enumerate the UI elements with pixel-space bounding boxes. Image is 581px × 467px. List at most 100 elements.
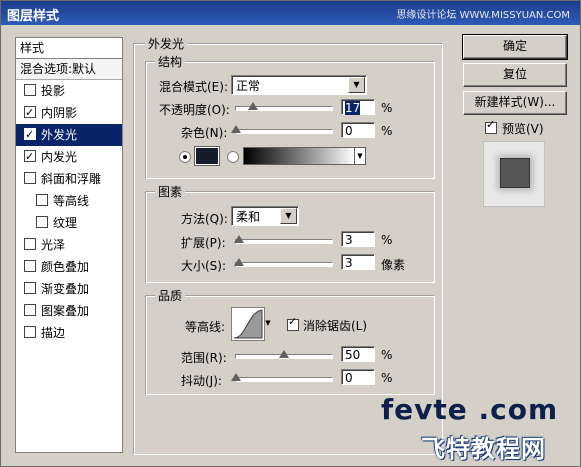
contour-picker[interactable] xyxy=(231,307,265,341)
style-checkbox[interactable] xyxy=(24,326,36,338)
glow-color-swatch[interactable] xyxy=(194,146,220,166)
jitter-slider[interactable] xyxy=(231,373,333,382)
style-item-label: 斜面和浮雕 xyxy=(41,172,102,186)
size-input[interactable]: 3 xyxy=(341,254,375,270)
size-unit: 像素 xyxy=(381,258,406,272)
blend-mode-label: 混合模式(E): xyxy=(159,80,228,94)
opacity-slider[interactable] xyxy=(235,102,333,111)
style-item-label: 光泽 xyxy=(41,238,66,252)
style-item[interactable]: 内阴影 xyxy=(16,102,122,124)
chevron-down-icon: ▼ xyxy=(348,77,365,93)
jitter-slider-thumb[interactable] xyxy=(231,373,241,381)
dialog-title: 图层样式 xyxy=(7,9,60,24)
size-label: 大小(S): xyxy=(181,259,227,273)
contour-label: 等高线: xyxy=(185,320,226,334)
method-value: 柔和 xyxy=(236,210,261,224)
preview-toggle[interactable]: 预览(V) xyxy=(485,118,544,137)
style-item-label: 等高线 xyxy=(53,194,90,208)
style-item-label: 内阴影 xyxy=(41,106,78,120)
style-item-label: 描边 xyxy=(41,326,66,340)
style-item-label: 渐变叠加 xyxy=(41,282,90,296)
style-checkbox[interactable] xyxy=(24,282,36,294)
jitter-input[interactable]: 0 xyxy=(341,369,375,385)
opacity-input[interactable]: 17 xyxy=(341,99,375,115)
styles-header[interactable]: 样式 xyxy=(16,38,122,59)
spread-input[interactable]: 3 xyxy=(341,231,375,247)
style-checkbox[interactable] xyxy=(24,102,36,124)
antialias-checkbox[interactable] xyxy=(287,315,299,331)
preview-shape xyxy=(500,158,530,188)
style-item[interactable]: 图案叠加 xyxy=(16,300,122,322)
style-checkbox[interactable] xyxy=(24,172,36,184)
range-label: 范围(R): xyxy=(181,351,227,365)
style-item[interactable]: 颜色叠加 xyxy=(16,256,122,278)
jitter-label: 抖动(J): xyxy=(181,374,222,388)
style-checkbox[interactable] xyxy=(24,84,36,96)
quality-title: 品质 xyxy=(155,287,186,304)
noise-input[interactable]: 0 xyxy=(341,122,375,138)
spread-slider[interactable] xyxy=(234,235,333,244)
style-item[interactable]: 内发光 xyxy=(16,146,122,168)
opacity-slider-thumb[interactable] xyxy=(248,102,258,110)
noise-label: 杂色(N): xyxy=(181,126,228,140)
range-slider-thumb[interactable] xyxy=(279,350,289,358)
noise-slider[interactable] xyxy=(231,125,333,134)
opacity-unit: % xyxy=(381,101,393,115)
style-checkbox[interactable] xyxy=(24,124,36,146)
size-slider[interactable] xyxy=(234,258,333,267)
range-slider[interactable] xyxy=(235,350,333,359)
style-item[interactable]: 纹理 xyxy=(16,212,122,234)
style-item[interactable]: 投影 xyxy=(16,80,122,102)
outer-glow-settings: 外发光 结构 混合模式(E): 正常 ▼ 不透明度(O): 17 % 杂色(N)… xyxy=(133,35,453,455)
title-bar: 图层样式 思缘设计论坛 WWW.MISSYUAN.COM xyxy=(1,1,580,25)
preview-thumbnail xyxy=(483,141,545,207)
blend-mode-value: 正常 xyxy=(236,79,261,93)
opacity-label: 不透明度(O): xyxy=(159,103,230,117)
style-checkbox[interactable] xyxy=(24,238,36,250)
glow-gradient-swatch[interactable] xyxy=(243,147,355,165)
style-checkbox[interactable] xyxy=(36,216,48,228)
blend-mode-select[interactable]: 正常 ▼ xyxy=(231,75,367,95)
reset-button[interactable]: 复位 xyxy=(463,63,567,87)
new-style-button[interactable]: 新建样式(W)... xyxy=(463,91,567,115)
spread-slider-thumb[interactable] xyxy=(234,235,244,243)
method-select[interactable]: 柔和 ▼ xyxy=(231,206,299,226)
site-watermark-cn: 飞特教程网 xyxy=(421,435,546,463)
style-item[interactable]: 描边 xyxy=(16,322,122,344)
ok-button[interactable]: 确定 xyxy=(462,34,568,60)
chevron-down-icon[interactable]: ▼ xyxy=(263,307,273,339)
style-item[interactable]: 斜面和浮雕 xyxy=(16,168,122,190)
style-checkbox[interactable] xyxy=(36,194,48,206)
noise-unit: % xyxy=(381,124,393,138)
style-item[interactable]: 渐变叠加 xyxy=(16,278,122,300)
chevron-down-icon: ▼ xyxy=(280,208,297,224)
outer-glow-title: 外发光 xyxy=(145,35,188,52)
solid-color-radio[interactable] xyxy=(179,151,191,163)
antialias-label[interactable]: 消除锯齿(L) xyxy=(303,317,367,334)
style-checkbox[interactable] xyxy=(24,146,36,168)
site-watermark-latin: fevte .com xyxy=(381,393,559,426)
structure-title: 结构 xyxy=(155,53,186,70)
style-item[interactable]: 外发光 xyxy=(16,124,122,146)
title-watermark: 思缘设计论坛 WWW.MISSYUAN.COM xyxy=(396,10,570,21)
jitter-unit: % xyxy=(381,371,393,385)
preview-label[interactable]: 预览(V) xyxy=(502,122,544,136)
style-item[interactable]: 等高线 xyxy=(16,190,122,212)
chevron-down-icon[interactable]: ▼ xyxy=(354,147,366,165)
style-item[interactable]: 光泽 xyxy=(16,234,122,256)
preview-checkbox[interactable] xyxy=(485,118,497,134)
spread-unit: % xyxy=(381,233,393,247)
size-slider-thumb[interactable] xyxy=(234,258,244,266)
range-input[interactable]: 50 xyxy=(341,346,375,362)
style-checkbox[interactable] xyxy=(24,260,36,272)
range-unit: % xyxy=(381,348,393,362)
style-item-label: 外发光 xyxy=(41,128,78,142)
method-label: 方法(Q): xyxy=(181,212,228,226)
blending-options-item[interactable]: 混合选项:默认 xyxy=(16,59,122,80)
gradient-radio[interactable] xyxy=(227,151,239,163)
style-item-label: 内发光 xyxy=(41,150,78,164)
style-checkbox[interactable] xyxy=(24,304,36,316)
noise-slider-thumb[interactable] xyxy=(231,125,241,133)
contour-curve xyxy=(233,309,263,339)
style-item-label: 图案叠加 xyxy=(41,304,90,318)
